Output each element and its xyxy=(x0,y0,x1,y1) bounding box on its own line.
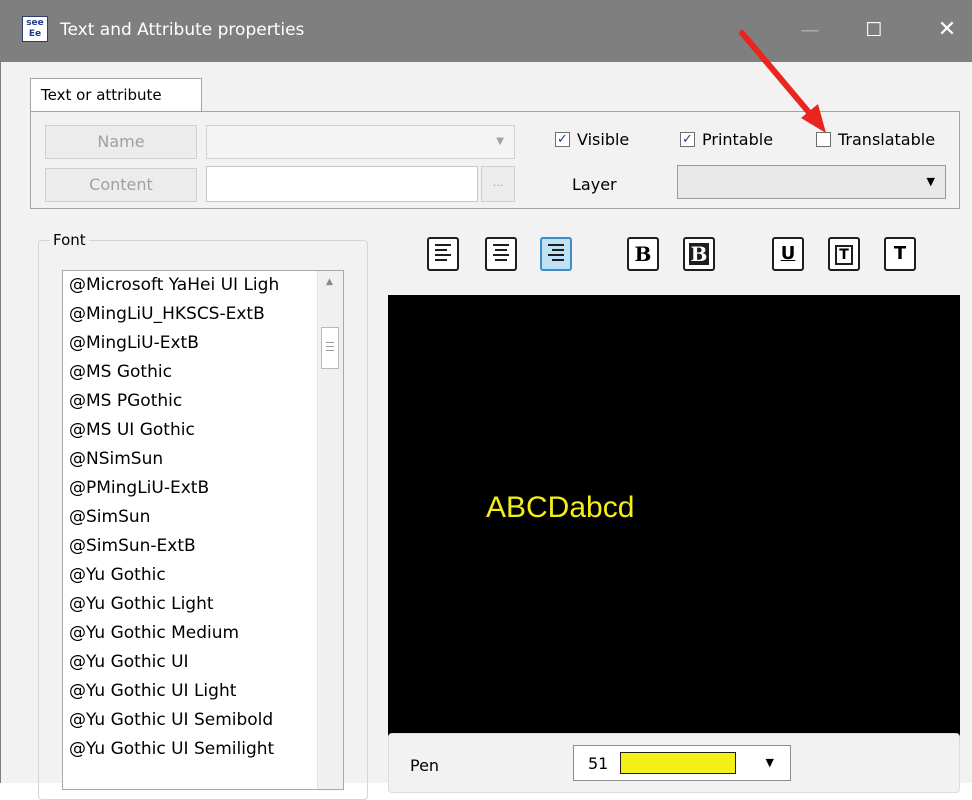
minimize-icon[interactable]: — xyxy=(795,14,825,46)
font-list-item[interactable]: @Yu Gothic Medium xyxy=(69,623,239,643)
underline-button[interactable]: U xyxy=(772,237,804,271)
bold-outline-button[interactable]: B xyxy=(683,237,715,271)
font-list-item[interactable]: @MS Gothic xyxy=(69,362,172,382)
font-list-item[interactable]: @SimSun-ExtB xyxy=(69,536,196,556)
preview-text: ABCDabcd xyxy=(486,491,635,524)
pen-color-swatch xyxy=(620,752,736,774)
font-list-item[interactable]: @MS UI Gothic xyxy=(69,420,195,440)
chevron-down-icon: ▼ xyxy=(496,136,504,147)
content-field[interactable] xyxy=(206,166,478,202)
align-right-button[interactable] xyxy=(540,237,572,271)
layer-select[interactable]: ▼ xyxy=(677,165,946,199)
font-list-item[interactable]: @Yu Gothic UI Light xyxy=(69,681,236,701)
align-center-button[interactable] xyxy=(485,237,517,271)
pen-label: Pen xyxy=(410,756,440,775)
close-icon[interactable]: ✕ xyxy=(930,14,964,46)
text-preview: ABCDabcd xyxy=(388,295,960,741)
bold-button[interactable]: B xyxy=(627,237,659,271)
title-bar: see Ee Text and Attribute properties — ☐… xyxy=(0,0,972,62)
content-button[interactable]: Content xyxy=(45,168,197,202)
visible-checkbox[interactable]: ✓ Visible xyxy=(555,129,655,151)
window-title: Text and Attribute properties xyxy=(60,20,305,40)
chevron-down-icon: ▼ xyxy=(926,175,935,188)
tab-text-or-attribute[interactable]: Text or attribute xyxy=(30,78,202,112)
chevron-down-icon: ▼ xyxy=(765,756,774,769)
visible-check: ✓ xyxy=(555,132,570,147)
scrollbar-thumb[interactable] xyxy=(321,327,339,369)
frame-text-button[interactable]: T xyxy=(828,237,860,271)
font-list-item[interactable]: @MingLiU_HKSCS-ExtB xyxy=(69,304,265,324)
font-list-item[interactable]: @Yu Gothic UI Semibold xyxy=(69,710,273,730)
printable-label: Printable xyxy=(702,130,774,149)
grip-line xyxy=(326,342,334,343)
font-list-item[interactable]: @PMingLiU-ExtB xyxy=(69,478,209,498)
font-group-label: Font xyxy=(50,231,89,249)
name-combo[interactable]: ▼ xyxy=(206,125,515,159)
font-list-item[interactable]: @MS PGothic xyxy=(69,391,182,411)
frame-text-icon: T xyxy=(835,245,853,265)
translatable-label: Translatable xyxy=(838,130,936,149)
translatable-checkbox[interactable]: Translatable xyxy=(816,129,956,151)
font-list-scrollbar[interactable]: ▲ xyxy=(317,271,343,789)
font-list-item[interactable]: @Microsoft YaHei UI Ligh xyxy=(69,275,279,295)
align-left-button[interactable] xyxy=(427,237,459,271)
font-list-item[interactable]: @MingLiU-ExtB xyxy=(69,333,199,353)
font-list-item[interactable]: @Yu Gothic Light xyxy=(69,594,214,614)
browse-button[interactable]: ... xyxy=(481,166,515,202)
align-right-icon xyxy=(548,244,564,264)
font-list-item[interactable]: @SimSun xyxy=(69,507,150,527)
font-list[interactable]: @Microsoft YaHei UI Ligh @MingLiU_HKSCS-E… xyxy=(62,270,344,790)
align-center-icon xyxy=(493,244,509,264)
align-left-icon xyxy=(435,244,451,264)
name-button[interactable]: Name xyxy=(45,125,197,159)
pen-select[interactable]: 51 ▼ xyxy=(573,745,791,781)
font-list-item[interactable]: @Yu Gothic xyxy=(69,565,166,585)
pen-number: 51 xyxy=(588,754,609,773)
visible-label: Visible xyxy=(577,130,630,149)
scroll-up-icon[interactable]: ▲ xyxy=(326,277,333,287)
bold-outline-icon: B xyxy=(688,242,710,266)
plain-text-button[interactable]: T xyxy=(884,237,916,271)
layer-label: Layer xyxy=(572,175,617,194)
app-icon: see Ee xyxy=(22,16,48,42)
grip-line xyxy=(326,346,334,347)
font-list-item[interactable]: @NSimSun xyxy=(69,449,163,469)
printable-check: ✓ xyxy=(680,132,695,147)
printable-checkbox[interactable]: ✓ Printable xyxy=(680,129,800,151)
font-list-item[interactable]: @Yu Gothic UI Semilight xyxy=(69,739,274,759)
font-list-item[interactable]: @Yu Gothic UI xyxy=(69,652,189,672)
translatable-check xyxy=(816,132,831,147)
maximize-icon[interactable]: ☐ xyxy=(858,14,890,46)
grip-line xyxy=(326,350,334,351)
